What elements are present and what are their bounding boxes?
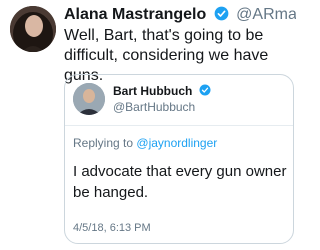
quoted-divider <box>65 125 293 126</box>
quoted-author-handle[interactable]: @BartHubbuch <box>113 100 195 115</box>
tweet: Alana Mastrangelo @ARmas... · 3h Well, B… <box>0 0 300 250</box>
quoted-author-name[interactable]: Bart Hubbuch <box>113 84 192 98</box>
quoted-author-avatar[interactable] <box>73 83 105 115</box>
quoted-author-name-row: Bart Hubbuch <box>113 83 214 99</box>
quoted-tweet-date[interactable]: 4/5/18, 6:13 PM <box>73 221 151 235</box>
quoted-tweet-text: I advocate that every gun owner be hange… <box>73 163 287 201</box>
verified-badge-icon <box>199 84 211 96</box>
quoted-tweet[interactable]: Bart Hubbuch @BartHubbuch Replying to @j… <box>64 74 294 244</box>
tweet-header: Alana Mastrangelo @ARmas... · 3h <box>64 4 296 26</box>
replying-mention[interactable]: @jaynordlinger <box>136 136 217 150</box>
replying-label: Replying to <box>73 136 134 150</box>
author-name[interactable]: Alana Mastrangelo <box>64 6 206 23</box>
author-handle[interactable]: @ARmas... <box>236 6 296 23</box>
verified-badge-icon <box>214 6 229 21</box>
replying-to: Replying to @jaynordlinger <box>73 135 217 151</box>
author-avatar[interactable] <box>10 6 56 52</box>
